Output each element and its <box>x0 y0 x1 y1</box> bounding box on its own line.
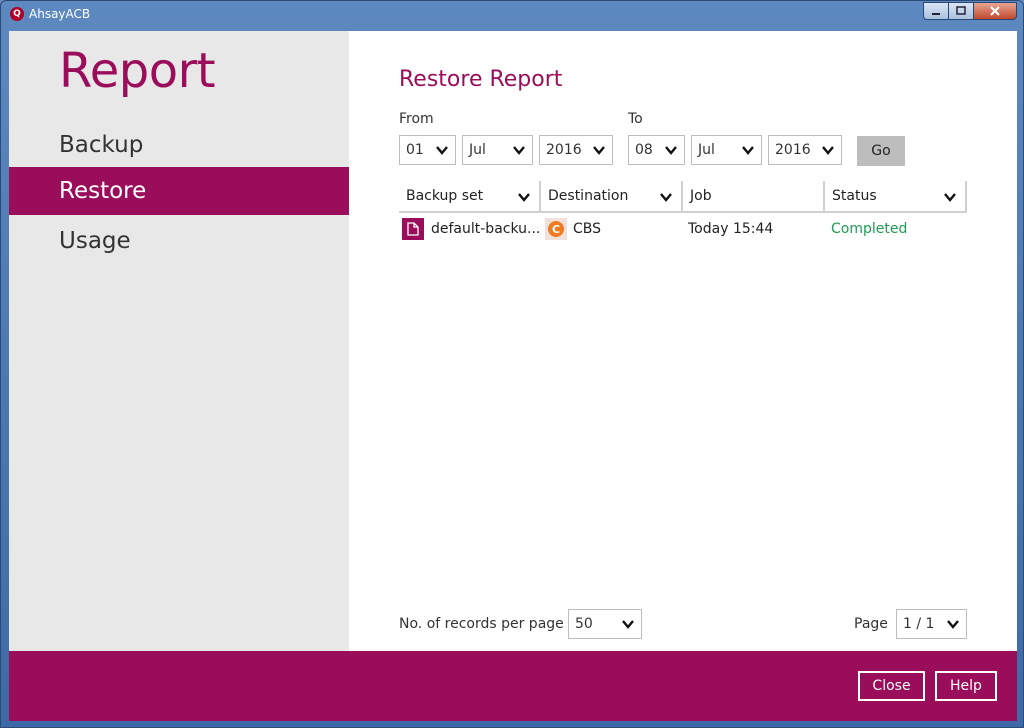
app-logo-icon: Q <box>10 7 24 21</box>
close-button[interactable]: Close <box>858 671 925 701</box>
sidebar-item-label: Restore <box>59 178 147 204</box>
to-label: To <box>628 111 643 127</box>
go-button[interactable]: Go <box>857 136 905 166</box>
column-header-job[interactable]: Job <box>683 181 825 211</box>
sidebar-item-label: Backup <box>59 132 144 158</box>
to-year-select[interactable]: 2016 <box>768 135 842 165</box>
to-month-value: Jul <box>698 142 715 158</box>
chevron-down-icon <box>513 146 525 155</box>
file-icon <box>402 218 424 240</box>
chevron-down-icon[interactable] <box>517 190 531 204</box>
chevron-down-icon[interactable] <box>659 190 673 204</box>
close-window-button[interactable] <box>973 2 1017 20</box>
chevron-down-icon[interactable] <box>943 190 957 204</box>
cell-status: Completed <box>831 215 967 243</box>
from-month-value: Jul <box>469 142 486 158</box>
chevron-down-icon <box>593 146 605 155</box>
column-header-destination[interactable]: Destination <box>541 181 683 211</box>
sidebar: Report Backup Restore Usage <box>9 31 349 651</box>
minimize-icon <box>932 13 940 15</box>
table-row[interactable]: default-backu... C CBS Today 15:44 Compl… <box>399 215 967 243</box>
page-title: Restore Report <box>399 67 563 92</box>
close-icon <box>990 6 1000 16</box>
column-header-backup-set[interactable]: Backup set <box>399 181 541 211</box>
app-window: Q AhsayACB Report Backup Restore Usage R… <box>0 0 1024 728</box>
sidebar-item-usage[interactable]: Usage <box>9 217 349 265</box>
to-month-select[interactable]: Jul <box>691 135 762 165</box>
client-area: Report Backup Restore Usage Restore Repo… <box>9 31 1017 721</box>
footer-bar: Close Help <box>9 651 1017 721</box>
title-bar[interactable]: Q AhsayACB <box>1 1 1023 27</box>
chevron-down-icon <box>622 620 634 629</box>
records-per-page-select[interactable]: 50 <box>568 609 642 639</box>
column-header-label: Job <box>690 188 712 204</box>
destination-name: CBS <box>573 221 602 237</box>
column-header-label: Status <box>832 188 877 204</box>
page-value: 1 / 1 <box>903 616 935 632</box>
chevron-down-icon <box>436 146 448 155</box>
to-day-select[interactable]: 08 <box>628 135 685 165</box>
from-year-select[interactable]: 2016 <box>539 135 613 165</box>
to-year-value: 2016 <box>775 142 811 158</box>
window-title: AhsayACB <box>29 7 91 21</box>
from-day-select[interactable]: 01 <box>399 135 456 165</box>
sidebar-heading: Report <box>59 43 216 99</box>
sidebar-item-label: Usage <box>59 228 131 254</box>
chevron-down-icon <box>742 146 754 155</box>
status-text: Completed <box>831 221 908 237</box>
table-header: Backup set Destination Job Status <box>399 181 967 213</box>
records-per-page-label: No. of records per page <box>399 616 564 632</box>
page-select[interactable]: 1 / 1 <box>896 609 967 639</box>
sidebar-item-restore[interactable]: Restore <box>9 167 349 215</box>
chevron-down-icon <box>947 620 959 629</box>
maximize-icon <box>956 6 966 15</box>
minimize-button[interactable] <box>923 2 949 20</box>
backup-set-name: default-backu... <box>431 221 541 237</box>
cell-job: Today 15:44 <box>688 215 825 243</box>
column-header-label: Backup set <box>406 188 484 204</box>
from-month-select[interactable]: Jul <box>462 135 533 165</box>
main-panel: Restore Report From To 01 Jul 2016 08 Ju… <box>349 31 1017 651</box>
page-label: Page <box>854 616 888 632</box>
column-header-label: Destination <box>548 188 629 204</box>
maximize-button[interactable] <box>948 2 974 20</box>
from-year-value: 2016 <box>546 142 582 158</box>
cell-destination: C CBS <box>545 215 683 243</box>
from-day-value: 01 <box>406 142 424 158</box>
help-button[interactable]: Help <box>935 671 997 701</box>
sidebar-item-backup[interactable]: Backup <box>9 121 349 169</box>
chevron-down-icon <box>665 146 677 155</box>
column-header-status[interactable]: Status <box>825 181 967 211</box>
chevron-down-icon <box>822 146 834 155</box>
to-day-value: 08 <box>635 142 653 158</box>
job-time: Today 15:44 <box>688 221 774 237</box>
cbs-icon: C <box>545 218 567 240</box>
from-label: From <box>399 111 434 127</box>
cell-backup-set: default-backu... <box>402 215 541 243</box>
records-per-page-value: 50 <box>575 616 593 632</box>
